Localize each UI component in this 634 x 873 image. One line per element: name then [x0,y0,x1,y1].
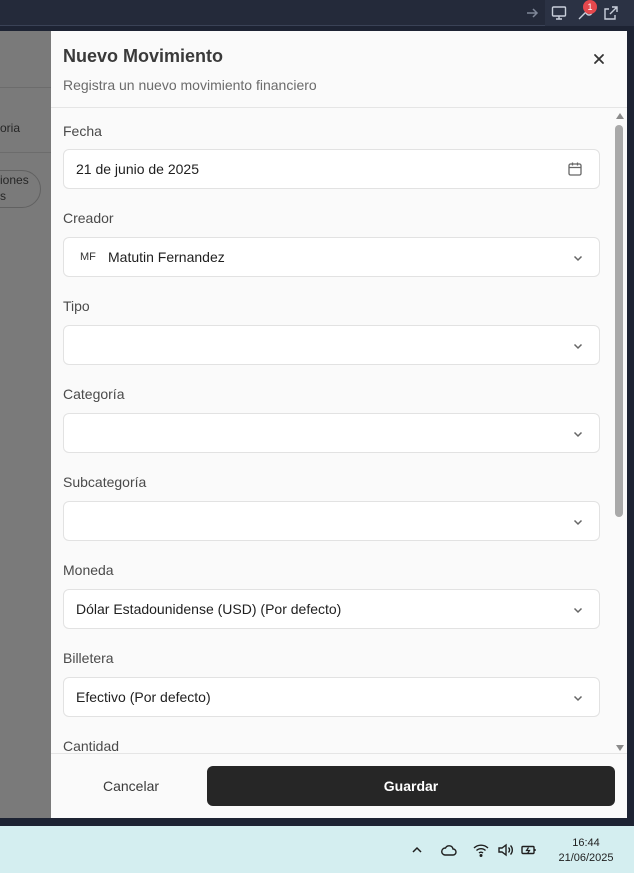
chevron-down-icon [571,251,585,265]
fecha-value: 21 de junio de 2025 [76,161,199,177]
chevron-down-icon [571,339,585,353]
battery-charging-icon[interactable] [520,841,538,859]
dialog-header: Nuevo Movimiento Registra un nuevo movim… [51,31,627,108]
window-edge [627,31,634,818]
notification-badge: 1 [583,0,597,14]
creador-select[interactable]: MF Matutin Fernandez [63,237,600,277]
cancel-button[interactable]: Cancelar [63,766,199,806]
billetera-select[interactable]: Efectivo (Por defecto) [63,677,600,717]
chevron-down-icon [571,603,585,617]
monitor-icon[interactable] [550,4,568,22]
subcategoria-label: Subcategoría [63,474,147,490]
chevron-up-icon[interactable] [408,841,426,859]
dialog-footer: Cancelar Guardar [51,753,627,818]
new-movement-dialog: Nuevo Movimiento Registra un nuevo movim… [51,31,627,818]
dialog-body[interactable]: Fecha 21 de junio de 2025 Creador MF Mat… [51,109,627,753]
fecha-label: Fecha [63,123,102,139]
chevron-down-icon [571,515,585,529]
billetera-label: Billetera [63,650,114,666]
background-text: iones [0,173,29,187]
background-text: s [0,189,6,203]
cloud-icon[interactable] [440,841,458,859]
volume-icon[interactable] [496,841,514,859]
browser-toolbar: 1 [0,0,634,26]
app-area: oria iones s Nuevo Movimiento Registra u… [0,31,634,818]
avatar: MF [80,251,96,263]
moneda-select[interactable]: Dólar Estadounidense (USD) (Por defecto) [63,589,600,629]
dialog-subtitle: Registra un nuevo movimiento financiero [63,77,317,93]
cantidad-label: Cantidad [63,738,120,753]
subcategoria-select[interactable] [63,501,600,541]
moneda-value: Dólar Estadounidense (USD) (Por defecto) [76,601,342,617]
background-page: oria iones s [0,31,51,818]
clock-date: 21/06/2025 [558,852,614,864]
categoria-label: Categoría [63,386,125,402]
taskbar: 16:44 21/06/2025 [0,826,634,873]
tipo-label: Tipo [63,298,90,314]
close-icon[interactable] [590,50,608,68]
tipo-select[interactable] [63,325,600,365]
chevron-down-icon [571,427,585,441]
fecha-date-picker[interactable]: 21 de junio de 2025 [63,149,600,189]
system-clock[interactable]: 16:44 21/06/2025 [546,836,626,866]
categoria-select[interactable] [63,413,600,453]
billetera-value: Efectivo (Por defecto) [76,689,211,705]
save-button[interactable]: Guardar [207,766,615,806]
creador-label: Creador [63,210,114,226]
address-strip [0,0,545,26]
calendar-icon [567,161,583,177]
background-text: oria [0,121,21,135]
wifi-icon[interactable] [472,841,490,859]
arrow-right-icon[interactable] [523,4,541,22]
divider [0,87,51,88]
moneda-label: Moneda [63,562,114,578]
clock-time: 16:44 [572,837,600,849]
external-link-icon[interactable] [602,4,620,22]
dialog-title: Nuevo Movimiento [63,46,224,66]
dialog-scrollbar[interactable] [613,111,625,753]
scroll-down-arrow[interactable] [616,745,624,751]
creador-value: Matutin Fernandez [108,249,225,265]
chevron-down-icon [571,691,585,705]
divider [0,152,51,153]
scroll-up-arrow[interactable] [616,113,624,119]
scroll-thumb[interactable] [615,125,623,517]
